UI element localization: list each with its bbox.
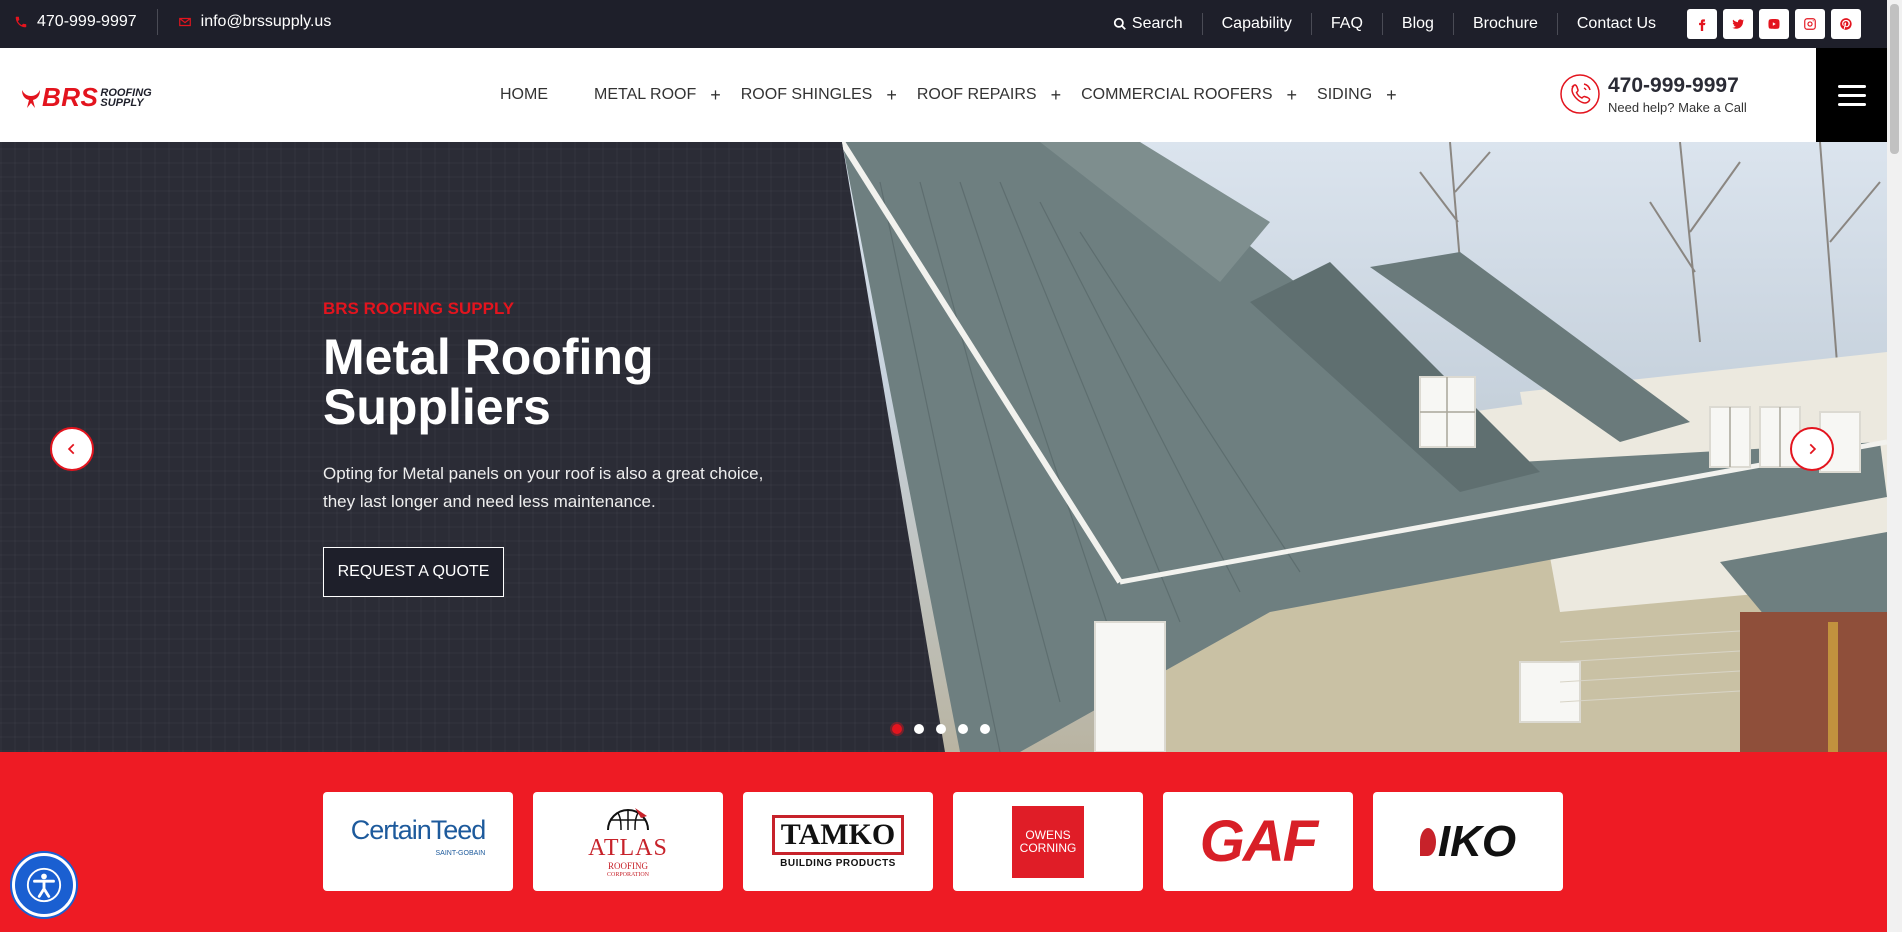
instagram-icon[interactable] (1795, 9, 1825, 39)
request-quote-button[interactable]: REQUEST A QUOTE (323, 547, 504, 597)
nav-roof-repairs-label: ROOF REPAIRS (916, 86, 1037, 103)
nav-roof-shingles[interactable]: ROOF SHINGLES + (741, 85, 897, 106)
tamko-wordmark: TAMKO (771, 814, 905, 855)
nav-commercial-roofers-label: COMMERCIAL ROOFERS (1081, 86, 1273, 103)
youtube-icon[interactable] (1759, 9, 1789, 39)
topbar-link-faq[interactable]: FAQ (1310, 13, 1382, 35)
hero-slider: BRS ROOFING SUPPLY Metal Roofing Supplie… (0, 142, 1887, 752)
topbar-email-text: info@brssupply.us (200, 13, 332, 30)
brs-logo[interactable]: BRS ROOFING SUPPLY (20, 82, 152, 113)
page-scrollbar[interactable] (1887, 0, 1902, 932)
brand-card-gaf[interactable]: GAF (1163, 792, 1353, 891)
globe-icon (606, 807, 649, 830)
twitter-icon[interactable] (1723, 9, 1753, 39)
topbar-phone[interactable]: 470-999-9997 (14, 13, 137, 31)
plus-icon[interactable]: + (710, 85, 721, 106)
plus-icon[interactable]: + (1386, 85, 1397, 106)
plus-icon[interactable]: + (886, 85, 897, 106)
tamko-logo: TAMKO BUILDING PRODUCTS (771, 814, 905, 869)
topbar-link-capability[interactable]: Capability (1201, 13, 1311, 35)
logo-sub: ROOFING SUPPLY (100, 86, 152, 109)
facebook-icon[interactable] (1687, 9, 1717, 39)
logo-sub-roofing: ROOFING (100, 86, 152, 99)
accessibility-button[interactable] (12, 853, 76, 917)
hero-title: Metal Roofing Suppliers (323, 329, 654, 435)
brand-card-atlas[interactable]: ATLAS ROOFING CORPORATION (533, 792, 723, 891)
nav-home[interactable]: HOME (500, 86, 548, 104)
brand-card-owens-corning[interactable]: OWENS CORNING (953, 792, 1143, 891)
logo-sub-supply: SUPPLY (100, 96, 144, 109)
header-phone[interactable]: 470-999-9997 Need help? Make a Call (1558, 72, 1747, 116)
gaf-logo: GAF (1199, 809, 1318, 874)
bull-horns-icon (22, 89, 40, 108)
maple-leaf-icon (1419, 827, 1436, 856)
envelope-icon (178, 17, 191, 27)
certainteed-sub: SAINT-GOBAIN (435, 849, 486, 857)
slider-dot-4[interactable] (958, 724, 968, 734)
tamko-sub: BUILDING PRODUCTS (780, 857, 896, 869)
atlas-wordmark: ATLAS (588, 834, 668, 861)
header-phone-caption: Need help? Make a Call (1608, 99, 1747, 115)
chevron-left-icon (67, 443, 75, 455)
nav-commercial-roofers[interactable]: COMMERCIAL ROOFERS + (1081, 85, 1297, 106)
hero-eyebrow: BRS ROOFING SUPPLY (323, 299, 515, 318)
atlas-sub2: CORPORATION (606, 871, 649, 878)
main-header: BRS ROOFING SUPPLY HOME METAL ROOF + ROOF… (0, 48, 1887, 142)
nav-metal-roof[interactable]: METAL ROOF + (594, 85, 721, 106)
topbar-search-link[interactable]: Search (1094, 13, 1202, 35)
nav-siding-label: SIDING (1317, 86, 1373, 103)
atlas-logo: ATLAS ROOFING CORPORATION (588, 804, 668, 880)
pinterest-icon[interactable] (1831, 9, 1861, 39)
brand-card-certainteed[interactable]: CertainTeed SAINT-GOBAIN (323, 792, 513, 891)
slider-dot-1[interactable] (892, 724, 902, 734)
iko-logo: IKO (1419, 816, 1517, 867)
chevron-right-icon (1809, 443, 1817, 455)
header-phone-texts: 470-999-9997 Need help? Make a Call (1608, 74, 1747, 115)
phone-ring-icon (1558, 72, 1602, 116)
search-icon (1113, 17, 1126, 30)
nav-metal-roof-label: METAL ROOF (594, 86, 697, 103)
certainteed-logo: CertainTeed SAINT-GOBAIN (350, 814, 487, 866)
slider-dots (892, 724, 990, 734)
certainteed-wordmark: CertainTeed (350, 814, 487, 845)
main-nav: HOME METAL ROOF + ROOF SHINGLES + ROOF REP… (500, 48, 1417, 142)
topbar-search-label: Search (1131, 15, 1183, 32)
slider-dot-2[interactable] (914, 724, 924, 734)
brand-card-tamko[interactable]: TAMKO BUILDING PRODUCTS (743, 792, 933, 891)
slider-next-button[interactable] (1790, 427, 1834, 471)
top-bar: 470-999-9997 info@brssupply.us Search Ca… (0, 0, 1887, 48)
topbar-link-contact[interactable]: Contact Us (1556, 13, 1675, 35)
scrollbar-thumb[interactable] (1890, 4, 1899, 154)
topbar-phone-text: 470-999-9997 (37, 13, 137, 30)
nav-home-label: HOME (500, 86, 548, 103)
owens-corning-logo: OWENS CORNING (1012, 805, 1084, 878)
hero-description: Opting for Metal panels on your roof is … (323, 464, 764, 511)
plus-icon[interactable]: + (1287, 85, 1298, 106)
topbar-link-brochure[interactable]: Brochure (1452, 13, 1557, 35)
corning-word: CORNING (1019, 840, 1077, 855)
topbar-email[interactable]: info@brssupply.us (178, 13, 332, 31)
brand-card-iko[interactable]: IKO (1373, 792, 1563, 891)
iko-wordmark: IKO (1437, 816, 1517, 866)
phone-icon (15, 16, 27, 28)
atlas-sub1: ROOFING (607, 860, 648, 871)
slider-dot-3[interactable] (936, 724, 946, 734)
brand-logos-section: CertainTeed SAINT-GOBAIN ATLAS ROOFING C… (0, 752, 1887, 932)
nav-roof-shingles-label: ROOF SHINGLES (740, 86, 873, 103)
topbar-divider (156, 9, 158, 35)
plus-icon[interactable]: + (1051, 85, 1062, 106)
logo-brs: BRS (42, 82, 99, 112)
slider-dot-5[interactable] (980, 724, 990, 734)
slider-prev-button[interactable] (50, 427, 94, 471)
hamburger-menu-icon[interactable] (1816, 48, 1887, 142)
social-links (1687, 9, 1861, 39)
topbar-link-blog[interactable]: Blog (1381, 13, 1453, 35)
nav-roof-repairs[interactable]: ROOF REPAIRS + (917, 85, 1061, 106)
accessibility-icon (26, 867, 62, 903)
header-phone-number: 470-999-9997 (1608, 73, 1739, 97)
brand-logos-row: CertainTeed SAINT-GOBAIN ATLAS ROOFING C… (323, 792, 1563, 891)
owens-word: OWENS (1025, 827, 1071, 842)
nav-siding[interactable]: SIDING + (1317, 85, 1397, 106)
